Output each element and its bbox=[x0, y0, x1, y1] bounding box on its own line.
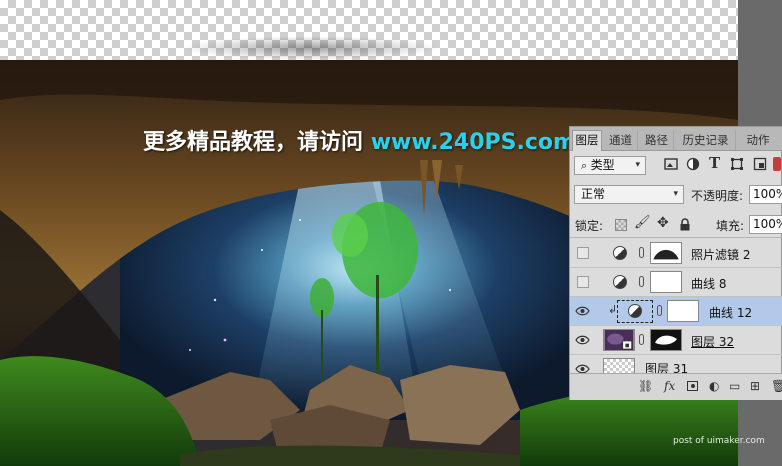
eye-icon[interactable] bbox=[575, 305, 590, 317]
lock-transparent-icon[interactable] bbox=[615, 219, 627, 231]
tab-layers[interactable]: 图层 bbox=[572, 130, 602, 151]
watermark-chinese: 更多精品教程，请访问 bbox=[143, 130, 364, 155]
fill-label: 填充: bbox=[716, 219, 745, 233]
link-layers-icon[interactable]: ⛓ bbox=[638, 379, 653, 393]
eye-icon[interactable] bbox=[575, 334, 590, 346]
canvas-shadow bbox=[180, 36, 440, 60]
tab-actions[interactable]: 动作 bbox=[738, 131, 778, 150]
filter-toggle[interactable] bbox=[773, 157, 781, 171]
layer-thumbnail[interactable] bbox=[603, 329, 635, 351]
blend-mode-value: 正常 bbox=[581, 187, 606, 201]
layer-mask-thumbnail[interactable] bbox=[650, 271, 682, 293]
lock-pixels-icon[interactable]: 🖌 bbox=[634, 215, 651, 230]
post-credit: post of uimaker.com bbox=[673, 436, 765, 446]
layer-name[interactable]: 图层 31 bbox=[645, 360, 688, 373]
layer-row[interactable]: 曲线 8 bbox=[570, 268, 782, 297]
new-layer-icon[interactable]: ⊞ bbox=[750, 379, 760, 393]
lock-label: 锁定: bbox=[575, 219, 604, 233]
link-icon[interactable] bbox=[639, 334, 644, 345]
layers-panel: 图层 通道 路径 历史记录 动作 ⌕ 类型 ▾ T 正常 ▾ 不透明度: 100… bbox=[569, 126, 782, 400]
image-filter-icon[interactable] bbox=[664, 157, 678, 171]
fill-input[interactable]: 100% bbox=[749, 215, 782, 234]
blend-mode-dropdown[interactable]: 正常 ▾ bbox=[574, 185, 684, 204]
tab-channels[interactable]: 通道 bbox=[604, 131, 638, 150]
layer-row[interactable]: 图层 32 bbox=[570, 326, 782, 355]
chevron-down-icon: ▾ bbox=[673, 189, 678, 199]
link-icon[interactable] bbox=[657, 305, 662, 316]
text-filter-icon[interactable]: T bbox=[709, 154, 723, 172]
watermark-text: 更多精品教程，请访问 www.240PS.com bbox=[143, 124, 576, 156]
lock-position-icon[interactable]: ✥ bbox=[657, 215, 669, 231]
eye-icon[interactable] bbox=[575, 363, 590, 373]
new-adjustment-icon[interactable]: ◐ bbox=[709, 379, 719, 393]
adjustment-thumbnail-frame[interactable] bbox=[617, 300, 653, 323]
filter-kind-value: 类型 bbox=[590, 158, 615, 172]
layer-mask-thumbnail[interactable] bbox=[667, 300, 699, 322]
visibility-toggle[interactable] bbox=[577, 247, 589, 259]
clipping-mask-icon: ↲ bbox=[608, 303, 618, 316]
link-icon[interactable] bbox=[639, 276, 644, 287]
photo-filter-adjustment-icon bbox=[613, 246, 627, 260]
layer-name[interactable]: 曲线 12 bbox=[709, 304, 752, 321]
filter-kind-dropdown[interactable]: ⌕ 类型 ▾ bbox=[574, 156, 646, 175]
new-group-icon[interactable]: ▭ bbox=[729, 379, 740, 393]
layer-filter-row: ⌕ 类型 ▾ T bbox=[570, 151, 782, 178]
layer-thumbnail[interactable] bbox=[603, 358, 635, 373]
layer-name[interactable]: 照片滤镜 2 bbox=[691, 246, 750, 263]
fx-icon[interactable]: fx bbox=[664, 379, 675, 393]
layer-name[interactable]: 曲线 8 bbox=[691, 275, 726, 292]
opacity-label: 不透明度: bbox=[691, 189, 744, 203]
layers-panel-footer: ⛓ fx ◐ ▭ ⊞ 🗑 bbox=[570, 373, 782, 400]
lock-row: 锁定: 🖌 ✥ 填充: 100% bbox=[570, 213, 782, 238]
blend-row: 正常 ▾ 不透明度: 100% bbox=[570, 183, 782, 207]
delete-layer-icon[interactable]: 🗑 bbox=[771, 379, 782, 393]
layer-name[interactable]: 图层 32 bbox=[691, 333, 734, 350]
lock-all-icon[interactable] bbox=[679, 218, 691, 231]
tab-history[interactable]: 历史记录 bbox=[676, 131, 736, 150]
layer-mask-thumbnail[interactable] bbox=[650, 329, 682, 351]
curves-adjustment-icon bbox=[613, 275, 627, 289]
panel-tabs: 图层 通道 路径 历史记录 动作 bbox=[570, 127, 782, 151]
layer-row[interactable]: 照片滤镜 2 bbox=[570, 239, 782, 268]
watermark-url: www.240PS.com bbox=[370, 130, 576, 155]
chevron-down-icon: ▾ bbox=[635, 160, 640, 170]
adjustment-filter-icon[interactable] bbox=[686, 157, 700, 171]
visibility-toggle[interactable] bbox=[577, 276, 589, 288]
curves-adjustment-icon bbox=[628, 304, 642, 318]
smart-object-filter-icon[interactable] bbox=[753, 157, 767, 171]
opacity-input[interactable]: 100% bbox=[749, 185, 782, 204]
layer-mask-thumbnail[interactable] bbox=[650, 242, 682, 264]
link-icon[interactable] bbox=[639, 247, 644, 258]
search-icon: ⌕ bbox=[581, 159, 591, 172]
tab-paths[interactable]: 路径 bbox=[640, 131, 674, 150]
add-mask-icon[interactable] bbox=[687, 381, 698, 391]
layer-row[interactable]: 图层 31 bbox=[570, 355, 782, 373]
shape-filter-icon[interactable] bbox=[730, 157, 744, 171]
layer-row[interactable]: ↲ 曲线 12 bbox=[570, 297, 782, 326]
